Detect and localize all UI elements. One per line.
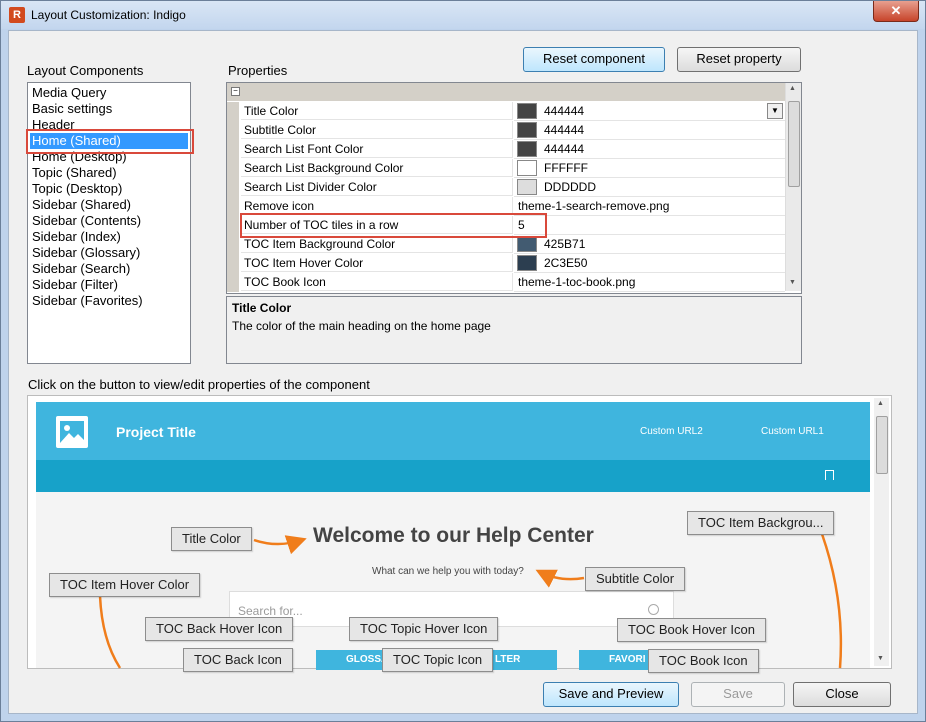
tag-subtitle-color[interactable]: Subtitle Color xyxy=(585,567,686,591)
tag-title-color[interactable]: Title Color xyxy=(171,527,252,551)
tag-toc-book-hover-icon[interactable]: TOC Book Hover Icon xyxy=(617,618,766,642)
tag-toc-topic-icon[interactable]: TOC Topic Icon xyxy=(382,648,494,672)
save-and-preview-button[interactable]: Save and Preview xyxy=(543,682,679,707)
save-button[interactable]: Save xyxy=(691,682,785,707)
tag-toc-item-hover-color[interactable]: TOC Item Hover Color xyxy=(49,573,201,597)
close-button[interactable]: Close xyxy=(793,682,891,707)
tag-toc-book-icon[interactable]: TOC Book Icon xyxy=(648,649,759,673)
tag-toc-topic-hover-icon[interactable]: TOC Topic Hover Icon xyxy=(349,617,499,641)
tag-toc-back-icon[interactable]: TOC Back Icon xyxy=(183,648,293,672)
tag-toc-back-hover-icon[interactable]: TOC Back Hover Icon xyxy=(145,617,294,641)
tag-toc-item-background[interactable]: TOC Item Backgrou... xyxy=(687,511,835,535)
preview-arrows xyxy=(98,533,843,669)
